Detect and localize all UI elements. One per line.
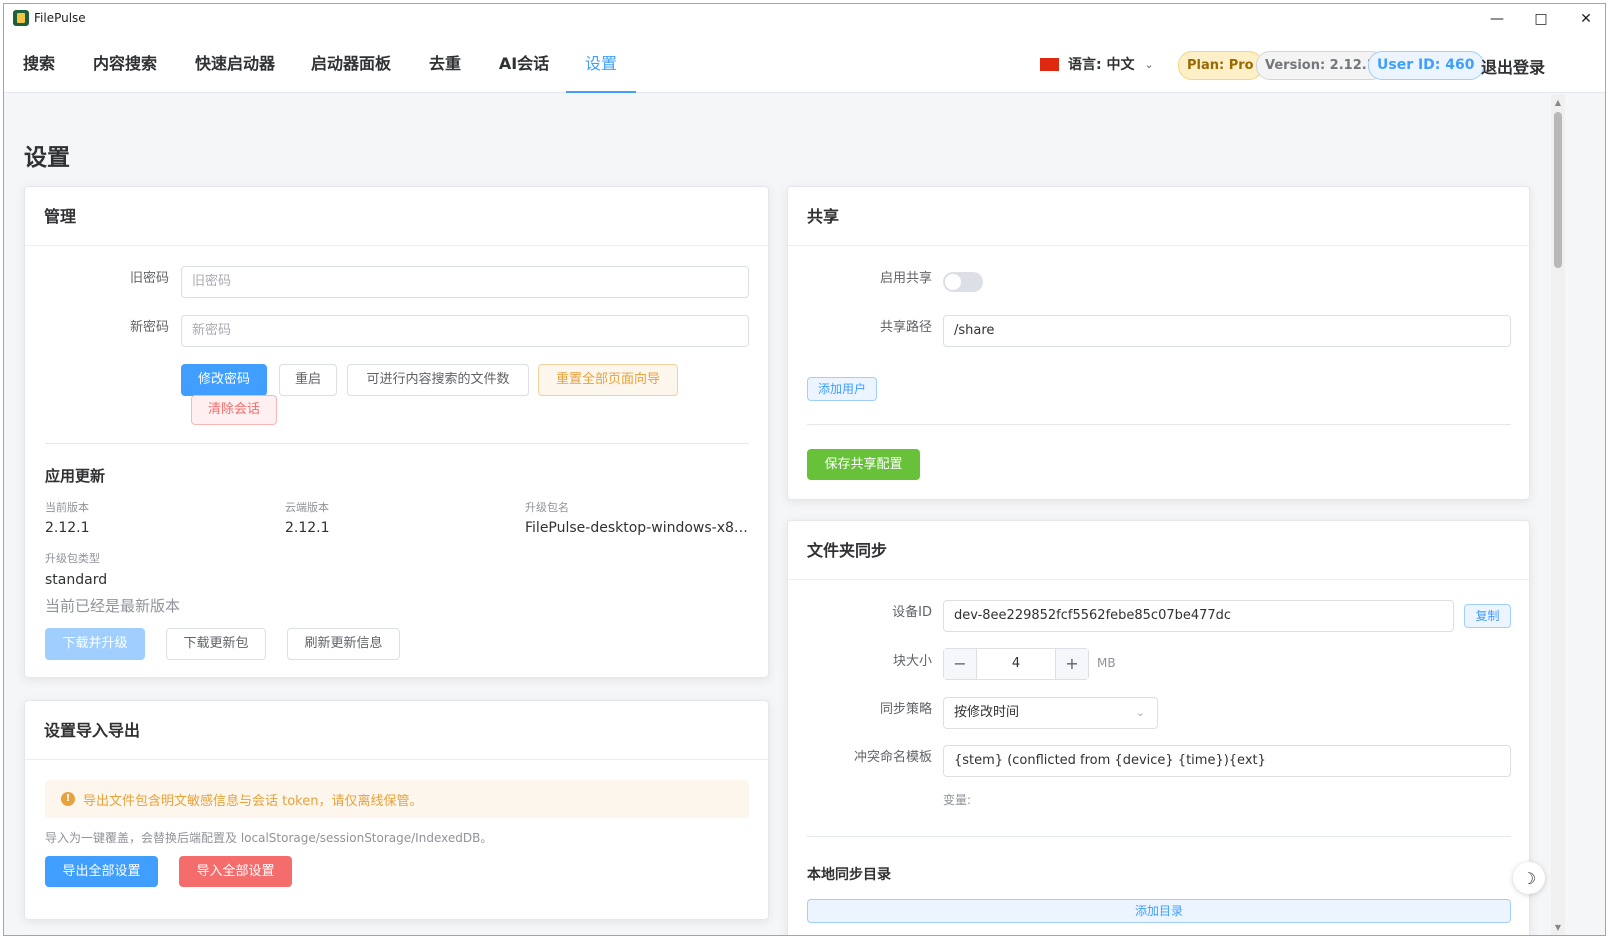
variables-label: 变量: bbox=[943, 793, 972, 807]
enable-share-label: 启用共享 bbox=[879, 271, 932, 286]
tab-quick-launcher[interactable]: 快速启动器 bbox=[185, 34, 285, 93]
sync-strategy-label: 同步策略 bbox=[879, 702, 932, 717]
share-path-input[interactable]: /share bbox=[943, 315, 1511, 347]
current-version-label: 当前版本 bbox=[45, 501, 89, 514]
tab-dedup[interactable]: 去重 bbox=[420, 34, 470, 93]
tab-launcher-panel[interactable]: 启动器面板 bbox=[301, 34, 401, 93]
logout-button[interactable]: 退出登录 bbox=[1481, 54, 1545, 78]
current-version-value: 2.12.1 bbox=[45, 520, 90, 536]
manage-card: 管理 旧密码 旧密码 新密码 新密码 修改密码 重启 可进行内容搜索的文件数 重… bbox=[24, 186, 769, 678]
add-directory-button[interactable]: 添加目录 bbox=[807, 899, 1511, 923]
scroll-up-icon[interactable]: ▲ bbox=[1551, 96, 1565, 110]
language-label: 语言: 中文 bbox=[1068, 57, 1135, 73]
folder-sync-title: 文件夹同步 bbox=[788, 521, 1529, 580]
chevron-down-icon: ⌄ bbox=[1135, 706, 1145, 719]
share-path-label: 共享路径 bbox=[879, 320, 932, 335]
local-sync-dirs-title: 本地同步目录 bbox=[807, 867, 891, 883]
tab-content-search[interactable]: 内容搜索 bbox=[82, 34, 168, 93]
package-type-label: 升级包类型 bbox=[45, 552, 100, 565]
manage-card-title: 管理 bbox=[25, 187, 768, 246]
page-title: 设置 bbox=[24, 145, 70, 171]
conflict-template-label: 冲突命名模板 bbox=[853, 750, 932, 765]
warning-icon: ! bbox=[61, 792, 75, 806]
package-type-value: standard bbox=[45, 572, 108, 588]
share-card-title: 共享 bbox=[788, 187, 1529, 246]
chunk-size-label: 块大小 bbox=[892, 654, 932, 669]
update-status: 当前已经是最新版本 bbox=[45, 597, 181, 615]
clear-sessions-button[interactable]: 清除会话 bbox=[191, 395, 277, 425]
import-all-button[interactable]: 导入全部设置 bbox=[179, 856, 292, 887]
sync-strategy-select[interactable]: 按修改时间 ⌄ bbox=[943, 697, 1158, 729]
cloud-version-value: 2.12.1 bbox=[285, 520, 330, 536]
download-upgrade-button[interactable]: 下载并升级 bbox=[45, 628, 145, 660]
warning-alert: ! 导出文件包含明文敏感信息与会话 token，请仅离线保管。 bbox=[45, 780, 749, 818]
chevron-down-icon: ⌄ bbox=[1144, 57, 1154, 71]
download-package-button[interactable]: 下载更新包 bbox=[166, 628, 266, 660]
scrollbar[interactable]: ▲ ▼ bbox=[1551, 94, 1565, 935]
old-password-label: 旧密码 bbox=[129, 271, 169, 286]
old-password-input[interactable]: 旧密码 bbox=[181, 266, 749, 298]
add-user-button[interactable]: 添加用户 bbox=[807, 377, 877, 401]
folder-sync-card: 文件夹同步 设备ID dev-8ee229852fcf5562febe85c07… bbox=[787, 520, 1530, 935]
chunk-unit: MB bbox=[1097, 656, 1116, 670]
device-id-label: 设备ID bbox=[892, 605, 932, 620]
tab-search[interactable]: 搜索 bbox=[15, 34, 63, 93]
decrease-icon[interactable]: − bbox=[944, 649, 976, 679]
language-select[interactable]: 语言: 中文 ⌄ bbox=[1040, 54, 1154, 74]
package-name-label: 升级包名 bbox=[525, 501, 569, 514]
title-bar: FilePulse — □ ✕ bbox=[4, 4, 1605, 34]
scrollbar-thumb[interactable] bbox=[1554, 112, 1562, 268]
share-card: 共享 启用共享 共享路径 /share 添加用户 保存共享配置 bbox=[787, 186, 1530, 500]
change-password-button[interactable]: 修改密码 bbox=[181, 364, 267, 396]
tab-settings[interactable]: 设置 bbox=[566, 34, 636, 93]
reset-guides-button[interactable]: 重置全部页面向导 bbox=[538, 364, 678, 396]
settings-content: 设置 管理 旧密码 旧密码 新密码 新密码 修改密码 重启 可进行内容搜索的文件… bbox=[4, 94, 1551, 935]
export-all-button[interactable]: 导出全部设置 bbox=[45, 856, 158, 887]
divider bbox=[45, 443, 749, 444]
user-id-badge: User ID: 460 bbox=[1368, 51, 1484, 80]
new-password-label: 新密码 bbox=[129, 320, 169, 335]
maximize-icon[interactable]: □ bbox=[1519, 4, 1563, 34]
conflict-template-input[interactable]: {stem} (conflicted from {device} {time})… bbox=[943, 745, 1511, 777]
top-nav: 搜索 内容搜索 快速启动器 启动器面板 去重 AI会话 设置 语言: 中文 ⌄ … bbox=[4, 34, 1605, 93]
content-search-files-button[interactable]: 可进行内容搜索的文件数 bbox=[347, 364, 529, 396]
new-password-input[interactable]: 新密码 bbox=[181, 315, 749, 347]
import-export-title: 设置导入导出 bbox=[25, 701, 768, 760]
app-logo-icon bbox=[13, 10, 29, 26]
warning-text: 导出文件包含明文敏感信息与会话 token，请仅离线保管。 bbox=[83, 793, 423, 809]
china-flag-icon bbox=[1040, 57, 1059, 71]
save-share-button[interactable]: 保存共享配置 bbox=[807, 449, 920, 480]
app-window: FilePulse — □ ✕ 搜索 内容搜索 快速启动器 启动器面板 去重 A… bbox=[3, 3, 1606, 936]
enable-share-toggle[interactable] bbox=[943, 272, 983, 292]
cloud-version-label: 云端版本 bbox=[285, 501, 329, 514]
app-update-title: 应用更新 bbox=[45, 467, 106, 485]
device-id-input[interactable]: dev-8ee229852fcf5562febe85c07be477dc bbox=[943, 600, 1454, 632]
divider bbox=[807, 836, 1511, 837]
package-name-value: FilePulse-desktop-windows-x86_... bbox=[525, 520, 751, 536]
divider bbox=[807, 424, 1511, 425]
restart-button[interactable]: 重启 bbox=[279, 364, 337, 396]
scroll-down-icon[interactable]: ▼ bbox=[1551, 921, 1565, 935]
import-export-card: 设置导入导出 ! 导出文件包含明文敏感信息与会话 token，请仅离线保管。 导… bbox=[24, 700, 769, 920]
version-badge: Version: 2.12.1 bbox=[1256, 51, 1385, 80]
close-icon[interactable]: ✕ bbox=[1564, 4, 1605, 34]
tab-ai-chat[interactable]: AI会话 bbox=[490, 34, 558, 93]
plan-badge: Plan: Pro bbox=[1178, 51, 1263, 80]
window-title: FilePulse bbox=[34, 11, 86, 25]
chunk-size-value[interactable]: 4 bbox=[976, 649, 1056, 679]
moon-icon[interactable]: ☽ bbox=[1513, 862, 1545, 894]
sync-strategy-value: 按修改时间 bbox=[954, 705, 1020, 720]
import-note: 导入为一键覆盖，会替换后端配置及 localStorage/sessionSto… bbox=[45, 831, 493, 845]
chunk-size-stepper: − 4 + bbox=[943, 648, 1089, 680]
minimize-icon[interactable]: — bbox=[1475, 4, 1519, 34]
copy-button[interactable]: 复制 bbox=[1464, 604, 1511, 628]
refresh-update-info-button[interactable]: 刷新更新信息 bbox=[287, 628, 400, 660]
increase-icon[interactable]: + bbox=[1056, 649, 1088, 679]
